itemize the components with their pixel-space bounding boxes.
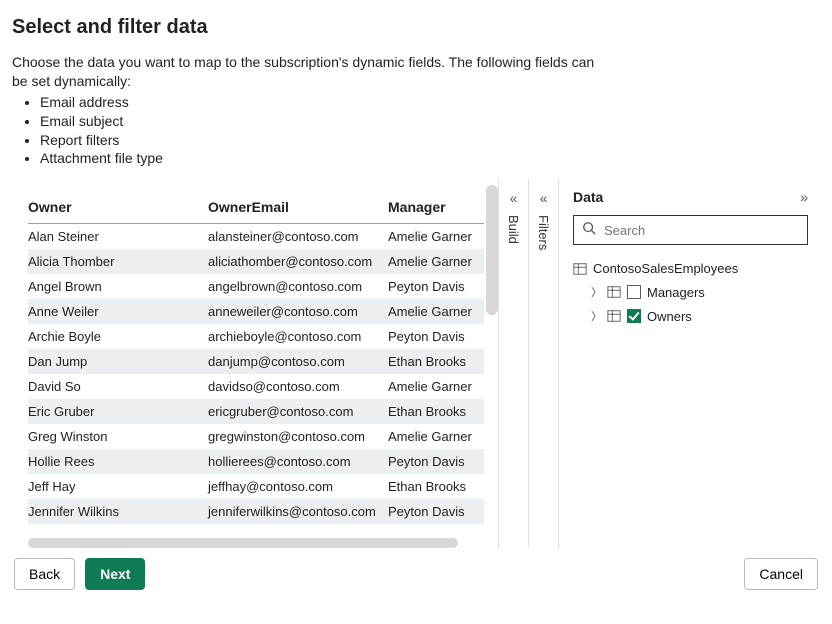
table-cell: Dan Jump	[28, 349, 208, 374]
table-cell: Peyton Davis	[388, 449, 484, 474]
table-row[interactable]: Alan Steineralansteiner@contoso.comAmeli…	[28, 224, 484, 250]
table-cell: Amelie Garner	[388, 299, 484, 324]
table-cell: gregwinston@contoso.com	[208, 424, 388, 449]
expand-icon[interactable]: »	[800, 189, 808, 205]
table-cell: jeffhay@contoso.com	[208, 474, 388, 499]
filters-rail[interactable]: « Filters	[528, 179, 558, 548]
table-row[interactable]: Jennifer Wilkinsjenniferwilkins@contoso.…	[28, 499, 484, 524]
table-icon	[607, 285, 621, 299]
data-pane: Data » ContosoSalesEmployees 〉	[558, 179, 822, 548]
table-cell: Amelie Garner	[388, 424, 484, 449]
column-header[interactable]: Manager	[388, 193, 484, 224]
table-cell: Peyton Davis	[388, 499, 484, 524]
table-cell: Ethan Brooks	[388, 399, 484, 424]
table-cell: Amelie Garner	[388, 224, 484, 250]
dynamic-fields-list: Email address Email subject Report filte…	[40, 93, 822, 169]
data-table[interactable]: OwnerOwnerEmailManager Alan Steineralans…	[28, 193, 484, 524]
table-cell: hollierees@contoso.com	[208, 449, 388, 474]
table-cell: Anne Weiler	[28, 299, 208, 324]
table-cell: Jennifer Wilkins	[28, 499, 208, 524]
horizontal-scrollbar[interactable]	[28, 538, 458, 548]
table-row[interactable]: Alicia Thomberaliciathomber@contoso.comA…	[28, 249, 484, 274]
table-row[interactable]: Dan Jumpdanjump@contoso.comEthan Brooks	[28, 349, 484, 374]
tree-item-managers[interactable]: 〉 Managers	[573, 280, 808, 304]
table-row[interactable]: David Sodavidso@contoso.comAmelie Garner	[28, 374, 484, 399]
back-button[interactable]: Back	[14, 558, 75, 590]
table-cell: davidso@contoso.com	[208, 374, 388, 399]
table-cell: ericgruber@contoso.com	[208, 399, 388, 424]
chevron-right-icon[interactable]: 〉	[591, 308, 601, 324]
table-cell: anneweiler@contoso.com	[208, 299, 388, 324]
table-icon	[607, 309, 621, 323]
list-item: Email address	[40, 93, 822, 112]
tree-root-label: ContosoSalesEmployees	[593, 261, 738, 276]
table-cell: aliciathomber@contoso.com	[208, 249, 388, 274]
table-cell: Ethan Brooks	[388, 349, 484, 374]
search-input[interactable]	[602, 222, 799, 239]
table-cell: Angel Brown	[28, 274, 208, 299]
next-button[interactable]: Next	[85, 558, 145, 590]
footer: Back Next Cancel	[0, 548, 832, 606]
table-row[interactable]: Angel Brownangelbrown@contoso.comPeyton …	[28, 274, 484, 299]
list-item: Attachment file type	[40, 149, 822, 168]
table-row[interactable]: Greg Winstongregwinston@contoso.comAmeli…	[28, 424, 484, 449]
table-cell: David So	[28, 374, 208, 399]
chevron-right-icon[interactable]: 〉	[591, 284, 601, 300]
checkbox-managers[interactable]	[627, 285, 641, 299]
table-cell: alansteiner@contoso.com	[208, 224, 388, 250]
table-row[interactable]: Jeff Hayjeffhay@contoso.comEthan Brooks	[28, 474, 484, 499]
table-cell: Alicia Thomber	[28, 249, 208, 274]
table-cell: Peyton Davis	[388, 324, 484, 349]
table-cell: Hollie Rees	[28, 449, 208, 474]
table-cell: angelbrown@contoso.com	[208, 274, 388, 299]
table-cell: jenniferwilkins@contoso.com	[208, 499, 388, 524]
tree-item-label: Managers	[647, 285, 705, 300]
checkbox-owners[interactable]	[627, 309, 641, 323]
tree-item-owners[interactable]: 〉 Owners	[573, 304, 808, 328]
table-icon	[573, 262, 587, 276]
table-cell: Archie Boyle	[28, 324, 208, 349]
intro-text: Choose the data you want to map to the s…	[12, 53, 612, 91]
tree-item-label: Owners	[647, 309, 692, 324]
table-row[interactable]: Archie Boylearchieboyle@contoso.comPeyto…	[28, 324, 484, 349]
cancel-button[interactable]: Cancel	[744, 558, 818, 590]
table-cell: Peyton Davis	[388, 274, 484, 299]
table-cell: danjump@contoso.com	[208, 349, 388, 374]
table-row[interactable]: Eric Gruberericgruber@contoso.comEthan B…	[28, 399, 484, 424]
search-icon	[582, 221, 602, 240]
page-title: Select and filter data	[12, 16, 822, 39]
table-row[interactable]: Hollie Reeshollierees@contoso.comPeyton …	[28, 449, 484, 474]
search-input-wrapper[interactable]	[573, 215, 808, 245]
table-cell: Eric Gruber	[28, 399, 208, 424]
table-cell: Jeff Hay	[28, 474, 208, 499]
table-pane: OwnerOwnerEmailManager Alan Steineralans…	[10, 179, 498, 548]
collapse-icon[interactable]: «	[510, 191, 518, 205]
table-row[interactable]: Anne Weileranneweiler@contoso.comAmelie …	[28, 299, 484, 324]
table-cell: archieboyle@contoso.com	[208, 324, 388, 349]
table-cell: Ethan Brooks	[388, 474, 484, 499]
table-cell: Amelie Garner	[388, 249, 484, 274]
table-cell: Amelie Garner	[388, 374, 484, 399]
list-item: Email subject	[40, 112, 822, 131]
column-header[interactable]: OwnerEmail	[208, 193, 388, 224]
vertical-scrollbar[interactable]	[486, 185, 498, 315]
data-pane-title: Data	[573, 189, 603, 205]
collapse-icon[interactable]: «	[540, 191, 548, 205]
table-cell: Greg Winston	[28, 424, 208, 449]
filters-rail-label: Filters	[536, 215, 551, 250]
table-cell: Alan Steiner	[28, 224, 208, 250]
tree-root[interactable]: ContosoSalesEmployees	[573, 257, 808, 280]
list-item: Report filters	[40, 131, 822, 150]
build-rail-label: Build	[506, 215, 521, 244]
build-rail[interactable]: « Build	[498, 179, 528, 548]
column-header[interactable]: Owner	[28, 193, 208, 224]
